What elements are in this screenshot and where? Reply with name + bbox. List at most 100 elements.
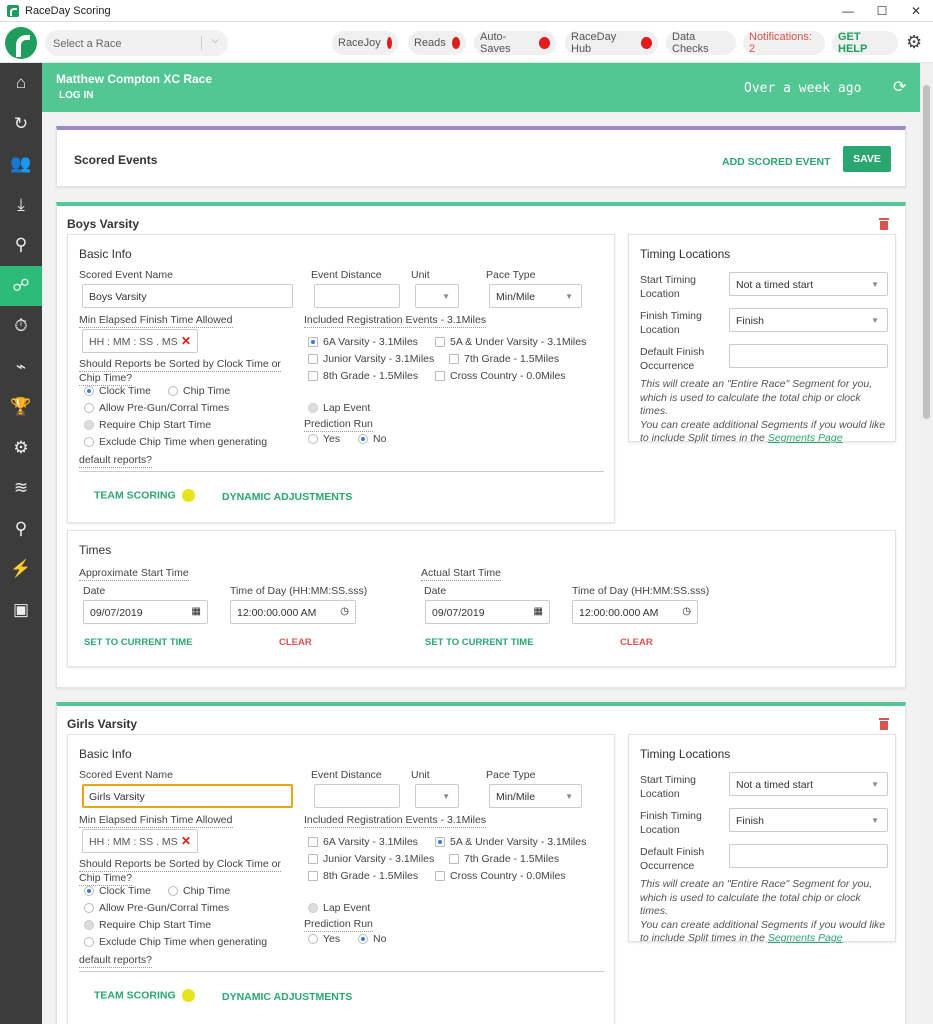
- require-chip-start-toggle[interactable]: Require Chip Start Time: [84, 919, 211, 931]
- lap-event-toggle[interactable]: Lap Event: [308, 402, 370, 414]
- racedayhub-status-button[interactable]: RaceDay Hub: [565, 31, 658, 55]
- add-scored-event-button[interactable]: ADD SCORED EVENT: [722, 156, 831, 168]
- approx-clear-button[interactable]: CLEAR: [279, 637, 312, 648]
- approx-set-current-button[interactable]: SET TO CURRENT TIME: [84, 637, 193, 648]
- close-button[interactable]: ✕: [899, 0, 933, 22]
- clock-time-radio[interactable]: Clock Time: [84, 885, 151, 897]
- dynamic-adjustments-button[interactable]: DYNAMIC ADJUSTMENTS: [222, 491, 352, 503]
- racejoy-status-button[interactable]: RaceJoy: [332, 31, 398, 55]
- notifications-button[interactable]: Notifications: 2: [743, 31, 825, 55]
- reg-event-7th-grade[interactable]: 7th Grade - 1.5Miles: [449, 853, 559, 865]
- calendar-icon[interactable]: ▦: [192, 606, 201, 617]
- cast-icon[interactable]: ▣: [0, 590, 42, 631]
- gear-icon[interactable]: ⚙: [906, 33, 922, 51]
- chart-icon[interactable]: ⌁: [0, 347, 42, 388]
- approx-time-input[interactable]: 12:00:00.000 AM ◷: [230, 600, 356, 624]
- reg-event-8th-grade[interactable]: 8th Grade - 1.5Miles: [308, 870, 418, 882]
- reg-event-junior-varsity[interactable]: Junior Varsity - 3.1Miles: [308, 353, 434, 365]
- import-icon[interactable]: ⤓: [0, 185, 42, 226]
- default-finish-input[interactable]: [729, 844, 888, 868]
- refresh-icon[interactable]: ⟳: [893, 77, 906, 97]
- event-name-input[interactable]: Girls Varsity: [82, 784, 293, 808]
- require-chip-start-toggle[interactable]: Require Chip Start Time: [84, 419, 211, 431]
- reg-event-cross-country[interactable]: Cross Country - 0.0Miles: [435, 870, 566, 882]
- distance-input[interactable]: [314, 284, 400, 308]
- login-link[interactable]: LOG IN: [59, 90, 93, 101]
- trash-icon[interactable]: [879, 718, 889, 730]
- data-checks-button[interactable]: Data Checks: [666, 31, 736, 55]
- clock-time-radio[interactable]: Clock Time: [84, 385, 151, 397]
- reg-event-6a-varsity[interactable]: 6A Varsity - 3.1Miles: [308, 836, 418, 848]
- finish-location-select[interactable]: Finish ▼: [729, 308, 888, 332]
- segments-page-link[interactable]: Segments Page: [768, 932, 843, 944]
- reg-event-cross-country[interactable]: Cross Country - 0.0Miles: [435, 370, 566, 382]
- settings-gears-icon[interactable]: ⚙: [0, 428, 42, 469]
- prediction-yes-radio[interactable]: Yes: [308, 433, 340, 445]
- distance-input[interactable]: [314, 784, 400, 808]
- raceday-logo[interactable]: [5, 27, 37, 59]
- allow-pregun-toggle[interactable]: Allow Pre-Gun/Corral Times: [84, 902, 229, 914]
- exclude-chip-time-toggle[interactable]: Exclude Chip Time when generating: [84, 936, 267, 948]
- unit-select[interactable]: ▼: [415, 784, 459, 808]
- actual-date-input[interactable]: 09/07/2019 ▦: [425, 600, 550, 624]
- save-button[interactable]: SAVE: [843, 146, 891, 172]
- clock-icon[interactable]: ◷: [682, 606, 691, 617]
- reg-event-5a-under[interactable]: 5A & Under Varsity - 3.1Miles: [435, 336, 586, 348]
- start-location-select[interactable]: Not a timed start ▼: [729, 272, 888, 296]
- approx-date-input[interactable]: 09/07/2019 ▦: [83, 600, 208, 624]
- pace-type-select[interactable]: Min/Mile ▼: [489, 284, 582, 308]
- clear-icon[interactable]: ✕: [178, 833, 194, 849]
- unit-select[interactable]: ▼: [415, 284, 459, 308]
- actual-clear-button[interactable]: CLEAR: [620, 637, 653, 648]
- min-elapsed-input[interactable]: HH : MM : SS . MS ✕: [82, 329, 198, 353]
- scrollbar[interactable]: [920, 63, 933, 1024]
- clock-icon[interactable]: ◷: [340, 606, 349, 617]
- actual-set-current-button[interactable]: SET TO CURRENT TIME: [425, 637, 534, 648]
- home-icon[interactable]: ⌂: [0, 63, 42, 104]
- start-location-select[interactable]: Not a timed start ▼: [729, 772, 888, 796]
- lightning-icon[interactable]: ⚡: [0, 549, 42, 590]
- timer-icon[interactable]: ⏱: [0, 306, 42, 347]
- dynamic-adjustments-button[interactable]: DYNAMIC ADJUSTMENTS: [222, 991, 352, 1003]
- team-scoring-button[interactable]: TEAM SCORING: [94, 989, 195, 1002]
- participants-icon[interactable]: 👥: [0, 144, 42, 185]
- scored-events-icon[interactable]: ☍: [0, 265, 42, 306]
- finish-location-select[interactable]: Finish ▼: [729, 808, 888, 832]
- search-icon[interactable]: ⚲: [0, 509, 42, 550]
- chip-time-radio[interactable]: Chip Time: [168, 885, 230, 897]
- autosaves-status-button[interactable]: Auto-Saves: [474, 31, 556, 55]
- lap-event-toggle[interactable]: Lap Event: [308, 902, 370, 914]
- reg-event-6a-varsity[interactable]: 6A Varsity - 3.1Miles: [308, 336, 418, 348]
- location-pin-icon[interactable]: ⚲: [0, 225, 42, 266]
- sync-icon[interactable]: ↻: [0, 104, 42, 145]
- scrollbar-thumb[interactable]: [923, 85, 930, 419]
- race-select[interactable]: Select a Race ⌵: [45, 30, 228, 56]
- allow-pregun-toggle[interactable]: Allow Pre-Gun/Corral Times: [84, 402, 229, 414]
- layers-icon[interactable]: ≋: [0, 468, 42, 509]
- prediction-no-radio[interactable]: No: [358, 933, 386, 945]
- default-finish-input[interactable]: [729, 344, 888, 368]
- event-name-input[interactable]: Boys Varsity: [82, 284, 293, 308]
- minimize-button[interactable]: —: [831, 0, 865, 22]
- pace-type-select[interactable]: Min/Mile ▼: [489, 784, 582, 808]
- prediction-yes-radio[interactable]: Yes: [308, 933, 340, 945]
- maximize-button[interactable]: ☐: [865, 0, 899, 22]
- prediction-no-radio[interactable]: No: [358, 433, 386, 445]
- trash-icon[interactable]: [879, 218, 889, 230]
- reg-event-junior-varsity[interactable]: Junior Varsity - 3.1Miles: [308, 853, 434, 865]
- chevron-down-icon[interactable]: ⌵: [211, 35, 219, 46]
- chip-time-radio[interactable]: Chip Time: [168, 385, 230, 397]
- clear-icon[interactable]: ✕: [178, 333, 194, 349]
- trophy-icon[interactable]: 🏆: [0, 387, 42, 428]
- segments-page-link[interactable]: Segments Page: [768, 432, 843, 444]
- min-elapsed-input[interactable]: HH : MM : SS . MS ✕: [82, 829, 198, 853]
- exclude-chip-time-toggle[interactable]: Exclude Chip Time when generating: [84, 436, 267, 448]
- actual-time-input[interactable]: 12:00:00.000 AM ◷: [572, 600, 698, 624]
- team-scoring-button[interactable]: TEAM SCORING: [94, 489, 195, 502]
- reg-event-5a-under[interactable]: 5A & Under Varsity - 3.1Miles: [435, 836, 586, 848]
- reg-event-7th-grade[interactable]: 7th Grade - 1.5Miles: [449, 353, 559, 365]
- reads-status-button[interactable]: Reads: [408, 31, 466, 55]
- calendar-icon[interactable]: ▦: [534, 606, 543, 617]
- reg-event-8th-grade[interactable]: 8th Grade - 1.5Miles: [308, 370, 418, 382]
- get-help-button[interactable]: GET HELP: [832, 31, 898, 55]
